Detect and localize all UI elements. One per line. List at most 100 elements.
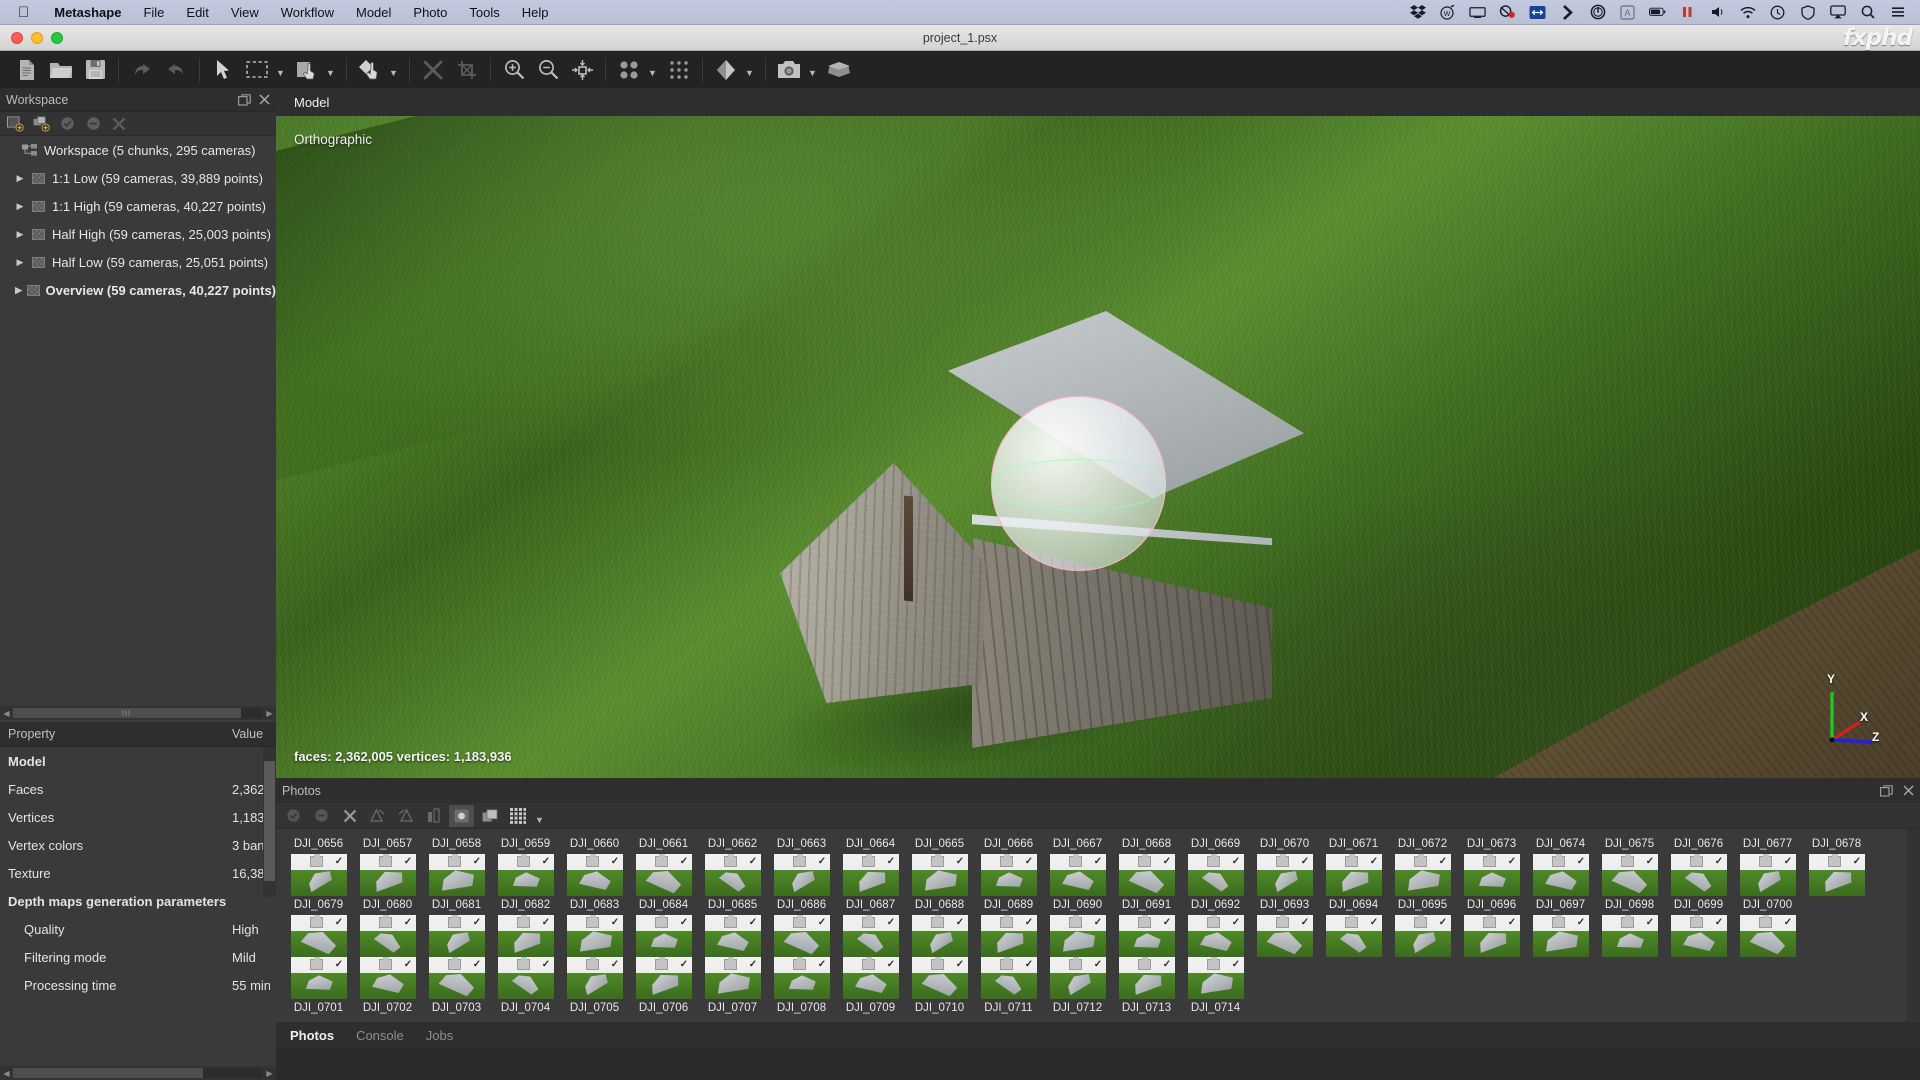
reset-view-icon[interactable] (565, 55, 599, 85)
photo-thumbnail-image[interactable]: ✓ (704, 854, 761, 896)
photo-thumbnail-item[interactable]: DJI_0677 ✓ (1733, 835, 1802, 896)
photo-thumbnail-image[interactable]: ✓ (635, 915, 692, 957)
grid-size-dropdown-icon[interactable]: ▼ (533, 801, 546, 831)
photo-thumbnail-item[interactable]: DJI_0657 ✓ (353, 835, 422, 896)
point-cloud-icon[interactable] (612, 55, 646, 85)
photo-thumbnail-image[interactable]: ✓ (773, 854, 830, 896)
power-icon[interactable] (1589, 4, 1606, 21)
photo-thumbnail-image[interactable]: ✓ (1049, 957, 1106, 999)
rectangle-selection-icon[interactable] (240, 55, 274, 85)
photo-thumbnail-item[interactable]: ✓ DJI_0709 (836, 957, 905, 1018)
photo-thumbnail-item[interactable]: DJI_0685 ✓ (698, 896, 767, 957)
scroll-thumb[interactable] (264, 761, 275, 881)
photo-thumbnail-image[interactable]: ✓ (1118, 957, 1175, 999)
menu-item-metashape[interactable]: Metashape (43, 0, 132, 25)
photo-thumbnail-image[interactable]: ✓ (1256, 915, 1313, 957)
tab-jobs[interactable]: Jobs (426, 1028, 453, 1043)
photo-thumbnail-item[interactable]: DJI_0668 ✓ (1112, 835, 1181, 896)
undock-icon[interactable] (1880, 784, 1893, 797)
photo-thumbnail-image[interactable]: ✓ (1532, 854, 1589, 896)
remove-icon[interactable] (337, 805, 362, 827)
photo-thumbnail-image[interactable]: ✓ (1187, 854, 1244, 896)
details-icon[interactable] (449, 804, 474, 827)
photo-thumbnail-item[interactable]: ✓ DJI_0704 (491, 957, 560, 1018)
undock-icon[interactable] (238, 93, 251, 106)
grid-size-icon[interactable] (505, 805, 530, 827)
photo-thumbnail-item[interactable]: ✓ DJI_0705 (560, 957, 629, 1018)
photo-thumbnail-item[interactable]: DJI_0688 ✓ (905, 896, 974, 957)
camera-icon[interactable] (772, 55, 806, 85)
photos-vertical-scrollbar[interactable] (1907, 829, 1920, 1022)
tree-item-chunk-1-1-low[interactable]: ▶ 1:1 Low (59 cameras, 39,889 points) (0, 164, 276, 192)
barn-3d-model[interactable] (759, 311, 1304, 778)
photo-thumbnail-image[interactable]: ✓ (911, 957, 968, 999)
photo-thumbnail-image[interactable]: ✓ (1187, 957, 1244, 999)
add-chunk-icon[interactable] (3, 113, 27, 134)
photo-thumbnail-item[interactable]: ✓ DJI_0711 (974, 957, 1043, 1018)
save-icon[interactable] (78, 55, 112, 85)
clock-icon[interactable] (1769, 4, 1786, 21)
free-form-selection-icon[interactable] (290, 55, 324, 85)
scroll-right-arrow-icon[interactable]: ▶ (263, 706, 276, 720)
tab-model[interactable]: Model (294, 95, 329, 110)
remove-icon[interactable] (107, 113, 131, 134)
photo-thumbnail-item[interactable]: DJI_0656 ✓ (284, 835, 353, 896)
wifi-icon[interactable] (1739, 4, 1756, 21)
photo-thumbnail-image[interactable]: ✓ (566, 957, 623, 999)
chevron-right-icon[interactable]: ▶ (12, 285, 25, 296)
photo-thumbnail-item[interactable]: DJI_0681 ✓ (422, 896, 491, 957)
photo-thumbnail-image[interactable]: ✓ (428, 957, 485, 999)
shield-icon[interactable] (1799, 4, 1816, 21)
photo-thumbnail-item[interactable]: DJI_0682 ✓ (491, 896, 560, 957)
photo-thumbnail-image[interactable]: ✓ (704, 957, 761, 999)
photo-thumbnail-item[interactable]: DJI_0692 ✓ (1181, 896, 1250, 957)
crop-selection-icon[interactable] (450, 55, 484, 85)
add-photos-icon[interactable] (29, 113, 53, 134)
photo-thumbnail-item[interactable]: DJI_0659 ✓ (491, 835, 560, 896)
photo-thumbnail-item[interactable]: DJI_0679 ✓ (284, 896, 353, 957)
photo-thumbnail-item[interactable]: ✓ DJI_0710 (905, 957, 974, 1018)
bars-icon[interactable] (1679, 4, 1696, 21)
delete-selection-icon[interactable] (416, 55, 450, 85)
new-document-icon[interactable] (10, 55, 44, 85)
photo-thumbnail-item[interactable]: DJI_0687 ✓ (836, 896, 905, 957)
photo-thumbnail-item[interactable]: DJI_0666 ✓ (974, 835, 1043, 896)
photo-thumbnail-image[interactable]: ✓ (497, 957, 554, 999)
scroll-left-arrow-icon[interactable]: ◀ (0, 1066, 13, 1080)
photo-thumbnail-item[interactable]: DJI_0664 ✓ (836, 835, 905, 896)
photo-thumbnail-item[interactable]: DJI_0662 ✓ (698, 835, 767, 896)
property-row-vertex-colors[interactable]: Vertex colors 3 bands, uint8 (0, 831, 276, 859)
property-row-filtering-mode[interactable]: Filtering mode Mild (0, 943, 276, 971)
menu-item-view[interactable]: View (220, 0, 270, 25)
photo-thumbnail-item[interactable]: DJI_0680 ✓ (353, 896, 422, 957)
photo-thumbnail-image[interactable]: ✓ (911, 854, 968, 896)
photo-thumbnail-image[interactable]: ✓ (566, 854, 623, 896)
photo-thumbnail-item[interactable]: ✓ DJI_0712 (1043, 957, 1112, 1018)
redo-icon[interactable] (159, 55, 193, 85)
photo-thumbnail-item[interactable]: DJI_0696 ✓ (1457, 896, 1526, 957)
photo-thumbnail-item[interactable]: DJI_0693 ✓ (1250, 896, 1319, 957)
photo-thumbnail-image[interactable]: ✓ (842, 854, 899, 896)
photo-thumbnail-item[interactable]: ✓ DJI_0701 (284, 957, 353, 1018)
volume-icon[interactable] (1709, 4, 1726, 21)
photo-thumbnail-item[interactable]: ✓ DJI_0708 (767, 957, 836, 1018)
photo-thumbnail-item[interactable]: DJI_0675 ✓ (1595, 835, 1664, 896)
photo-thumbnail-image[interactable]: ✓ (980, 854, 1037, 896)
scroll-thumb[interactable] (13, 1068, 203, 1078)
photo-thumbnail-image[interactable]: ✓ (1463, 854, 1520, 896)
zoom-out-icon[interactable] (531, 55, 565, 85)
dropbox-icon[interactable] (1409, 4, 1426, 21)
photo-thumbnail-image[interactable]: ✓ (1739, 915, 1796, 957)
photo-thumbnail-item[interactable]: DJI_0691 ✓ (1112, 896, 1181, 957)
photo-thumbnail-item[interactable]: DJI_0669 ✓ (1181, 835, 1250, 896)
photo-thumbnail-image[interactable]: ✓ (566, 915, 623, 957)
photo-thumbnail-image[interactable]: ✓ (1463, 915, 1520, 957)
tree-item-chunk-1-1-high[interactable]: ▶ 1:1 High (59 cameras, 40,227 points) (0, 192, 276, 220)
photo-thumbnail-image[interactable]: ✓ (635, 854, 692, 896)
navigation-icon[interactable] (353, 55, 387, 85)
photo-thumbnail-image[interactable]: ✓ (1394, 854, 1451, 896)
photo-thumbnail-image[interactable]: ✓ (773, 915, 830, 957)
photo-thumbnail-item[interactable]: ✓ DJI_0703 (422, 957, 491, 1018)
photo-thumbnail-item[interactable]: DJI_0672 ✓ (1388, 835, 1457, 896)
undo-icon[interactable] (125, 55, 159, 85)
